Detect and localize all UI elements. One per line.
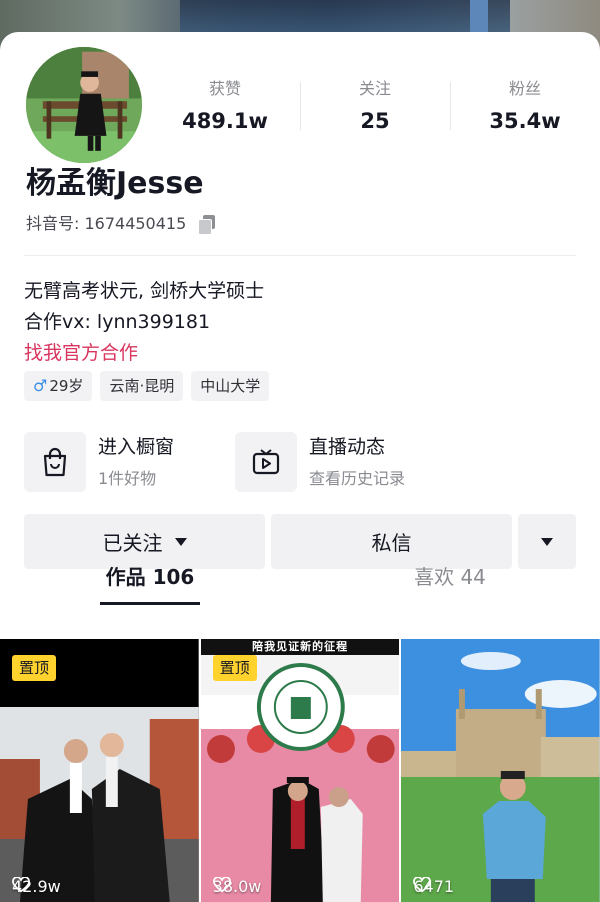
shop-subtitle: 1件好物 xyxy=(98,469,157,488)
video-tile[interactable]: 置顶 42.9w xyxy=(0,639,199,902)
stats-row: 获赞 489.1w 关注 25 粉丝 35.4w xyxy=(150,78,600,138)
caret-down-icon xyxy=(174,537,187,546)
video-likes: 42.9w xyxy=(12,877,61,896)
followed-label: 已关注 xyxy=(102,531,163,555)
live-title: 直播动态 xyxy=(309,436,386,458)
stat-likes[interactable]: 获赞 489.1w xyxy=(150,78,300,138)
heart-icon xyxy=(413,877,432,893)
shop-title: 进入橱窗 xyxy=(98,436,175,458)
tag-age-label: 29岁 xyxy=(49,377,84,395)
bio-line: 合作vx: lynn399181 xyxy=(24,311,211,333)
video-thumbnail xyxy=(401,639,600,902)
stat-value: 35.4w xyxy=(489,109,561,133)
stat-label: 关注 xyxy=(358,79,391,98)
video-likes: 38.0w xyxy=(212,877,261,896)
account-id-row: 抖音号: 1674450415 xyxy=(26,213,216,235)
tab-likes[interactable]: 喜欢 44 xyxy=(300,557,600,605)
heart-icon xyxy=(12,877,30,893)
copy-icon[interactable] xyxy=(198,215,216,235)
avatar[interactable] xyxy=(22,43,146,167)
stat-value: 25 xyxy=(360,109,390,133)
live-history-entry[interactable]: 直播动态 查看历史记录 xyxy=(235,432,405,492)
avatar-photo xyxy=(26,47,142,163)
tab-works[interactable]: 作品 106 xyxy=(0,557,300,605)
tv-icon xyxy=(235,432,297,492)
pinned-badge: 置顶 xyxy=(12,655,57,681)
video-grid: 置顶 42.9w 陪我见证新的征程 置顶 38.0w 6471 xyxy=(0,639,600,902)
profile-tags: ♂ 29岁 云南·昆明 中山大学 xyxy=(24,371,270,401)
stat-label: 粉丝 xyxy=(508,79,541,98)
bio-line: 无臂高考状元, 剑桥大学硕士 xyxy=(24,280,265,302)
live-subtitle: 查看历史记录 xyxy=(309,469,406,488)
bio: 无臂高考状元, 剑桥大学硕士 合作vx: lynn399181 找我官方合作 xyxy=(24,276,264,369)
pinned-badge: 置顶 xyxy=(212,655,257,681)
account-id: 抖音号: 1674450415 xyxy=(26,214,187,233)
heart-icon xyxy=(212,877,231,893)
stat-followers[interactable]: 粉丝 35.4w xyxy=(450,78,600,138)
tag-school: 中山大学 xyxy=(191,371,270,401)
caret-down-icon xyxy=(541,537,553,546)
shopping-bag-icon xyxy=(24,432,86,492)
video-tile[interactable]: 6471 xyxy=(401,639,600,902)
divider xyxy=(24,255,576,256)
video-likes: 6471 xyxy=(413,877,454,896)
video-banner-text: 陪我见证新的征程 xyxy=(200,639,400,655)
tag-age: ♂ 29岁 xyxy=(24,371,93,401)
male-icon: ♂ xyxy=(33,376,48,395)
video-tile[interactable]: 陪我见证新的征程 置顶 38.0w xyxy=(200,639,400,902)
tag-location: 云南·昆明 xyxy=(100,371,184,401)
active-tab-indicator xyxy=(100,602,200,605)
stat-following[interactable]: 关注 25 xyxy=(300,78,450,138)
content-tabs: 作品 106 喜欢 44 xyxy=(0,557,600,605)
profile-name: 杨孟衡Jesse xyxy=(26,166,204,201)
official-cooperation-link[interactable]: 找我官方合作 xyxy=(24,338,264,369)
shop-window-entry[interactable]: 进入橱窗 1件好物 xyxy=(24,432,174,492)
stat-label: 获赞 xyxy=(208,79,241,98)
stat-value: 489.1w xyxy=(182,109,268,133)
